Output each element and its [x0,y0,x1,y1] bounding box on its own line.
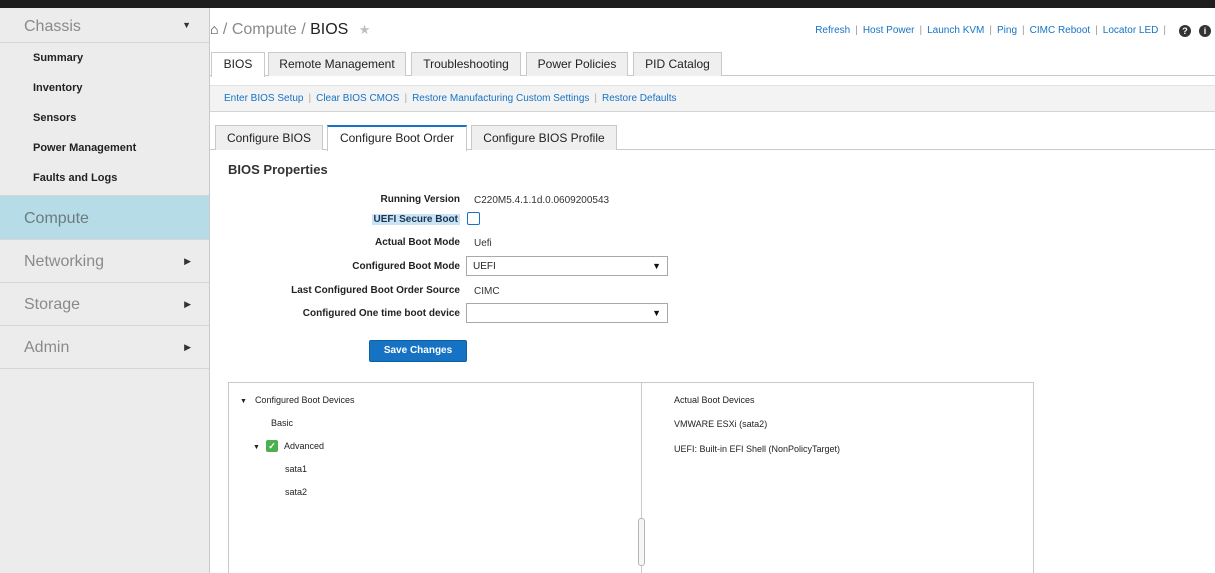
breadcrumb-separator: / [301,21,306,38]
sidebar-section-label: Chassis [24,18,81,35]
page-header: ⌂ / Compute / BIOS ★ Refresh | Host Power |… [210,8,1215,48]
uefi-secure-boot-checkbox[interactable] [467,212,480,225]
sidebar-item-faults-and-logs[interactable]: Faults and Logs [0,163,209,193]
actual-boot-mode-label: Actual Boot Mode [375,237,460,248]
launch-kvm-link[interactable]: Launch KVM [927,25,984,36]
sidebar-section-networking[interactable]: Networking ▶ [0,240,209,283]
sidebar-section-label: Storage [24,296,81,313]
enter-bios-setup-link[interactable]: Enter BIOS Setup [224,93,304,104]
uefi-secure-boot-label-text: UEFI Secure Boot [371,214,460,225]
configured-boot-mode-select[interactable]: UEFI ▼ [466,256,668,276]
tree-node-label: Configured Boot Devices [254,395,355,405]
separator: | [855,25,858,36]
tree-node-sata1[interactable]: sata1 [285,464,307,474]
sidebar-item-inventory[interactable]: Inventory [0,73,209,103]
tree-node-advanced[interactable]: Advanced [284,441,324,451]
actual-boot-device-item: VMWARE ESXi (sata2) [674,419,768,429]
separator: | [989,25,992,36]
separator: | [1163,25,1166,36]
separator: | [1095,25,1098,36]
sidebar-item-power-management[interactable]: Power Management [0,133,209,163]
main-tabs: BIOS Remote Management Troubleshooting P… [210,52,1215,77]
tab-power-policies[interactable]: Power Policies [526,52,628,76]
sidebar-nav: Chassis ▼ Summary Inventory Sensors Powe… [0,8,210,573]
one-time-boot-device-label: Configured One time boot device [302,308,460,319]
separator: | [594,93,597,104]
tab-configure-bios[interactable]: Configure BIOS [215,125,323,150]
uefi-secure-boot-label: UEFI Secure Boot [210,214,460,225]
breadcrumb-compute[interactable]: Compute [232,21,297,38]
separator: | [1022,25,1025,36]
chevron-down-icon: ▼ [182,20,191,30]
chevron-right-icon: ▶ [184,256,191,266]
configured-boot-mode-value: UEFI [473,261,496,272]
sub-tabs: Configure BIOS Configure Boot Order Conf… [210,125,1215,151]
triangle-down-icon[interactable]: ▼ [253,444,260,451]
boot-devices-panel [228,382,1034,573]
breadcrumb-separator: / [222,21,228,38]
sidebar-section-storage[interactable]: Storage ▶ [0,283,209,326]
configured-boot-mode-label: Configured Boot Mode [352,261,460,272]
one-time-boot-device-select[interactable]: ▼ [466,303,668,323]
running-version-value: C220M5.4.1.1d.0.0609200543 [474,195,610,206]
sidebar-section-label: Networking [24,253,105,270]
tab-troubleshooting[interactable]: Troubleshooting [411,52,521,76]
tab-bios[interactable]: BIOS [211,52,265,77]
bios-actions-bar: Enter BIOS Setup | Clear BIOS CMOS | Restore… [210,85,1215,112]
info-icon[interactable]: i [1199,25,1211,37]
sidebar-section-label: Admin [24,339,70,356]
breadcrumb-current: BIOS [310,21,349,38]
sidebar-item-summary[interactable]: Summary [0,43,209,73]
sidebar-section-label: Compute [24,210,89,227]
locator-led-link[interactable]: Locator LED [1103,25,1159,36]
clear-bios-cmos-link[interactable]: Clear BIOS CMOS [316,93,399,104]
save-changes-button[interactable]: Save Changes [369,340,467,362]
triangle-down-icon[interactable]: ▼ [240,398,247,405]
cimc-reboot-link[interactable]: CIMC Reboot [1030,25,1091,36]
header-actions: Refresh | Host Power | Launch KVM | Ping | CIMC … [815,25,1211,37]
top-dark-bar [0,0,1215,8]
tree-node-basic[interactable]: Basic [271,418,293,428]
restore-defaults-link[interactable]: Restore Defaults [602,93,676,104]
chevron-right-icon: ▶ [184,342,191,352]
separator: | [919,25,923,36]
sidebar-section-chassis[interactable]: Chassis ▼ [0,8,209,43]
help-icon[interactable]: ? [1179,25,1191,37]
separator: | [308,93,312,104]
actual-boot-mode-value: Uefi [474,238,492,249]
tree-node-sata2[interactable]: sata2 [285,487,307,497]
ping-link[interactable]: Ping [997,25,1017,36]
tab-configure-boot-order[interactable]: Configure Boot Order [327,125,467,151]
actual-boot-devices-title: Actual Boot Devices [674,395,755,405]
tree-node-configured-boot-devices[interactable]: ▼ Configured Boot Devices [240,395,355,405]
tab-configure-bios-profile[interactable]: Configure BIOS Profile [471,125,617,150]
restore-manufacturing-settings-link[interactable]: Restore Manufacturing Custom Settings [412,93,589,104]
section-title: BIOS Properties [228,162,328,177]
tab-pid-catalog[interactable]: PID Catalog [633,52,722,76]
sidebar-item-compute[interactable]: Compute [0,195,209,240]
refresh-link[interactable]: Refresh [815,25,850,36]
sidebar-section-admin[interactable]: Admin ▶ [0,326,209,369]
chevron-down-icon: ▼ [652,308,661,318]
separator: | [404,93,408,104]
host-power-link[interactable]: Host Power [863,25,915,36]
sidebar-item-sensors[interactable]: Sensors [0,103,209,133]
actual-boot-device-item: UEFI: Built-in EFI Shell (NonPolicyTarge… [674,444,841,454]
last-boot-order-source-label: Last Configured Boot Order Source [291,285,460,296]
checkbox-checked-icon[interactable]: ✓ [266,440,278,452]
chevron-down-icon: ▼ [652,261,661,271]
chevron-right-icon: ▶ [184,299,191,309]
panel-resize-handle[interactable] [638,518,645,566]
breadcrumb: ⌂ / Compute / BIOS ★ [210,21,370,39]
tab-remote-management[interactable]: Remote Management [268,52,406,76]
home-icon[interactable]: ⌂ [210,21,218,37]
last-boot-order-source-value: CIMC [474,286,500,297]
star-icon[interactable]: ★ [359,22,371,37]
running-version-label: Running Version [380,194,460,205]
